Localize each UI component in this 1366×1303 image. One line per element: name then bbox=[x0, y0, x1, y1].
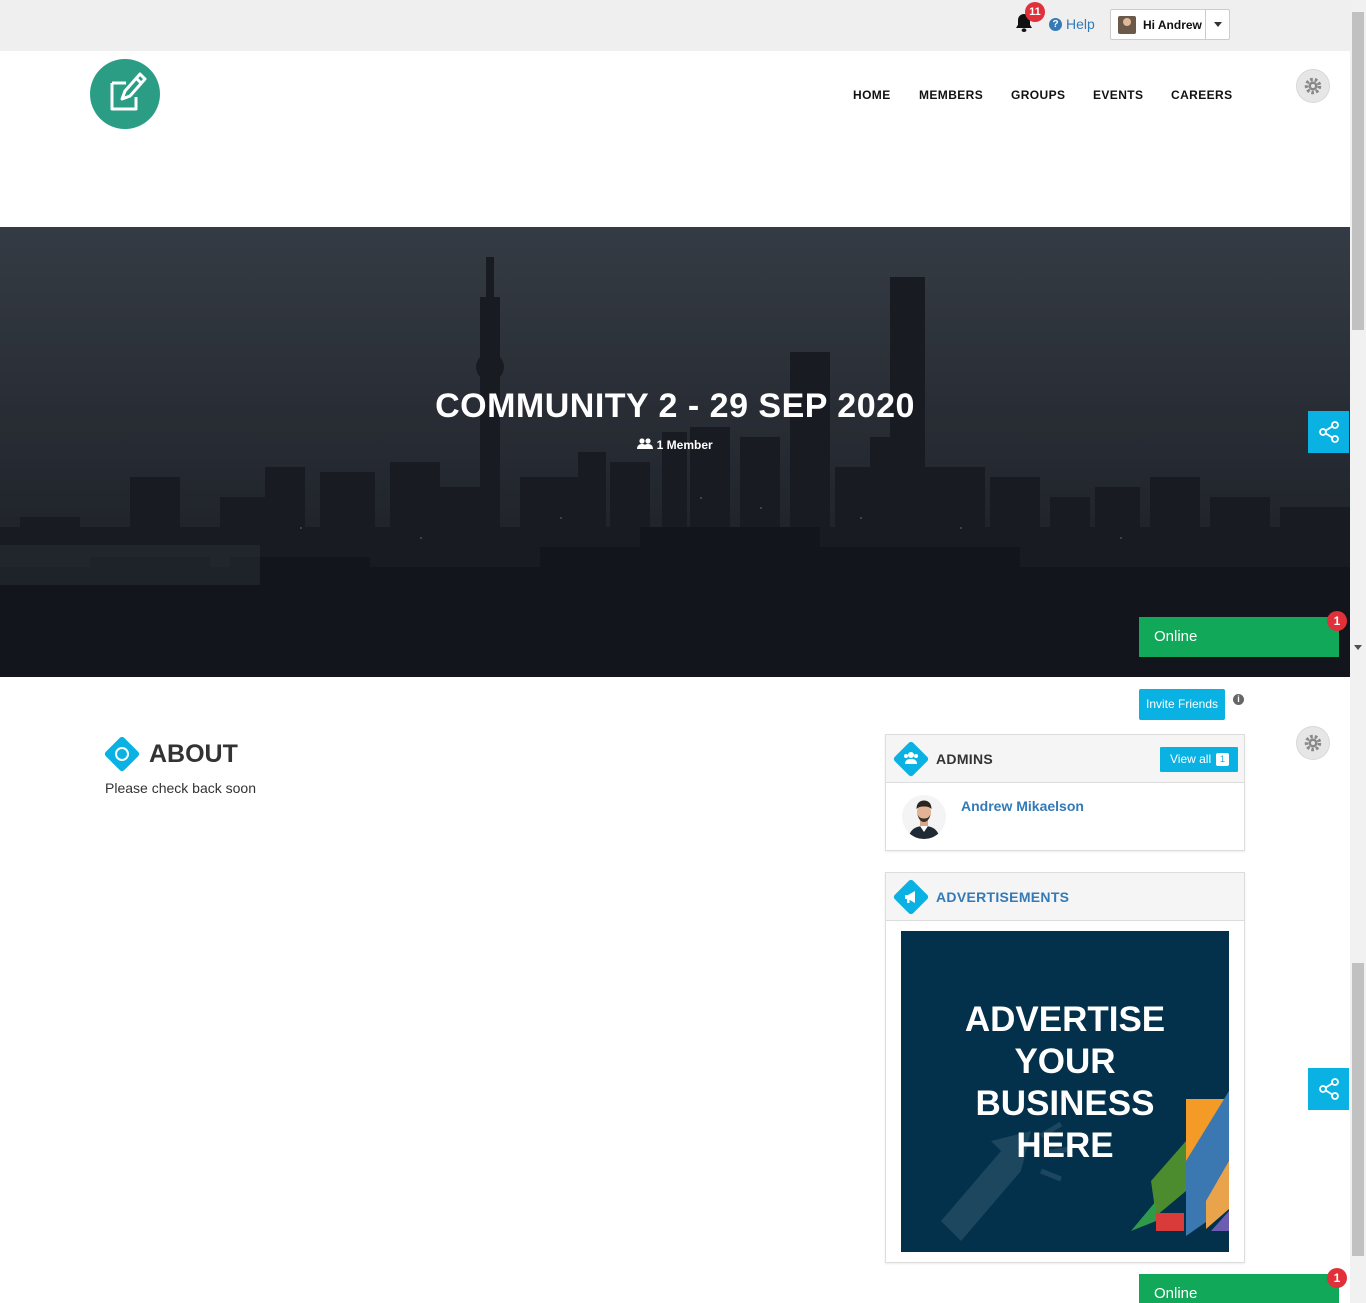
member-count-label: 1 Member bbox=[656, 438, 713, 452]
top-bar: 11 ? Help Hi Andrew bbox=[0, 0, 1350, 51]
member-count[interactable]: 1 Member bbox=[0, 438, 1350, 452]
ad-line-2: YOUR bbox=[1014, 1042, 1116, 1081]
gear-icon bbox=[1304, 734, 1322, 752]
gear-icon bbox=[1304, 77, 1322, 95]
group-cover: COMMUNITY 2 - 29 SEP 2020 1 Member bbox=[0, 227, 1350, 677]
info-icon[interactable]: i bbox=[1233, 694, 1244, 705]
help-icon: ? bbox=[1049, 17, 1062, 31]
admins-count-badge: 1 bbox=[1216, 753, 1229, 766]
city-skyline-image bbox=[0, 227, 1350, 677]
users-icon bbox=[637, 438, 654, 449]
advertisements-panel: ADVERTISEMENTS ADVERTISE YOUR BUSINESS H… bbox=[885, 872, 1245, 1263]
invite-friends-button[interactable]: Invite Friends bbox=[1139, 689, 1225, 720]
scrollbar-thumb-lower[interactable] bbox=[1352, 963, 1364, 1256]
online-chat-bar[interactable]: Online bbox=[1139, 617, 1339, 657]
admin-avatar[interactable] bbox=[902, 795, 946, 839]
users-icon bbox=[892, 740, 930, 778]
user-menu-button[interactable]: Hi Andrew bbox=[1110, 9, 1230, 40]
view-all-label: View all bbox=[1170, 752, 1212, 766]
settings-button[interactable] bbox=[1296, 69, 1330, 103]
about-text: Please check back soon bbox=[105, 780, 256, 796]
settings-button-secondary[interactable] bbox=[1296, 726, 1330, 760]
advertisements-panel-header: ADVERTISEMENTS bbox=[886, 873, 1244, 921]
admins-title: ADMINS bbox=[936, 751, 994, 767]
scrollbar-thumb[interactable] bbox=[1352, 12, 1364, 330]
scroll-down-arrow-icon[interactable] bbox=[1354, 645, 1362, 650]
online-chat-bar-lower[interactable]: Online bbox=[1139, 1274, 1339, 1303]
admin-list-item: Andrew Mikaelson bbox=[886, 783, 1244, 851]
share-icon bbox=[1318, 421, 1339, 443]
logo-icon bbox=[110, 72, 147, 111]
about-icon bbox=[103, 735, 141, 773]
user-greeting: Hi Andrew bbox=[1143, 17, 1202, 32]
user-menu-dropdown-toggle[interactable] bbox=[1205, 10, 1229, 39]
group-title: COMMUNITY 2 - 29 SEP 2020 bbox=[435, 387, 915, 425]
user-avatar bbox=[1118, 15, 1136, 34]
about-title: ABOUT bbox=[149, 740, 238, 768]
notification-badge: 11 bbox=[1025, 2, 1045, 22]
share-button[interactable] bbox=[1308, 411, 1349, 453]
nav-home[interactable]: HOME bbox=[853, 88, 891, 102]
admin-name-link[interactable]: Andrew Mikaelson bbox=[961, 798, 1084, 814]
ad-line-1: ADVERTISE bbox=[964, 1000, 1166, 1039]
help-link[interactable]: ? Help bbox=[1049, 16, 1095, 32]
chat-unread-badge: 1 bbox=[1327, 611, 1347, 631]
nav-careers[interactable]: CAREERS bbox=[1171, 88, 1232, 102]
view-all-admins-button[interactable]: View all 1 bbox=[1160, 747, 1238, 772]
caret-down-icon bbox=[1213, 22, 1222, 27]
advertisement-text: ADVERTISE YOUR BUSINESS HERE bbox=[901, 999, 1229, 1167]
help-label: Help bbox=[1066, 16, 1095, 32]
admins-panel-header: ADMINS View all 1 bbox=[886, 735, 1244, 783]
ad-line-4: HERE bbox=[1016, 1126, 1114, 1165]
chat-unread-badge-lower: 1 bbox=[1327, 1268, 1347, 1288]
advertisement-banner[interactable]: ADVERTISE YOUR BUSINESS HERE bbox=[901, 931, 1229, 1252]
megaphone-icon bbox=[892, 878, 930, 916]
ad-line-3: BUSINESS bbox=[975, 1084, 1155, 1123]
nav-members[interactable]: MEMBERS bbox=[919, 88, 983, 102]
share-button-lower[interactable] bbox=[1308, 1068, 1349, 1110]
site-logo[interactable] bbox=[90, 59, 160, 129]
nav-events[interactable]: EVENTS bbox=[1093, 88, 1143, 102]
admins-panel: ADMINS View all 1 Andrew Mikaelson bbox=[885, 734, 1245, 851]
share-icon bbox=[1318, 1078, 1339, 1100]
advertisements-title: ADVERTISEMENTS bbox=[936, 889, 1070, 905]
nav-groups[interactable]: GROUPS bbox=[1011, 88, 1065, 102]
